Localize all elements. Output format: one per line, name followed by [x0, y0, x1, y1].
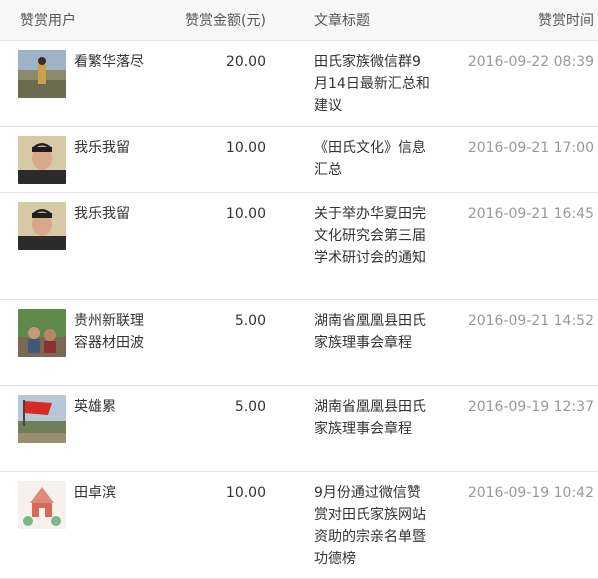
outdoor-group-avatar[interactable] [18, 308, 66, 357]
amount-cell: 5.00 [150, 299, 266, 386]
user-name[interactable]: 田卓滨 [74, 482, 150, 504]
amount-cell: 5.00 [150, 385, 266, 472]
user-name[interactable]: 贵州新联理容器材田波 [74, 310, 150, 354]
article-title-link[interactable]: 田氏家族微信群9月14日最新汇总和建议 [314, 51, 432, 117]
amount-cell: 20.00 [150, 40, 266, 127]
tip-list-table: 赞赏用户 赞赏金额(元) 文章标题 赞赏时间 看繁华落尽 20.00 田氏家族微… [0, 0, 598, 579]
article-title-link[interactable]: 湖南省凰凰县田氏家族理事会章程 [314, 310, 432, 354]
header-time: 赞赏时间 [448, 0, 598, 41]
header-title: 文章标题 [266, 0, 448, 41]
header-user: 赞赏用户 [0, 0, 150, 41]
temple-illustration-avatar[interactable] [18, 480, 66, 529]
man-portrait-avatar[interactable] [18, 135, 66, 184]
tip-time: 2016-09-19 12:37 [448, 385, 598, 472]
table-row: 看繁华落尽 20.00 田氏家族微信群9月14日最新汇总和建议 2016-09-… [0, 40, 598, 127]
user-name[interactable]: 我乐我留 [74, 203, 150, 225]
article-title-link[interactable]: 关于举办华夏田完文化研究会第三届学术研讨会的通知 [314, 203, 432, 269]
table-row: 英雄累 5.00 湖南省凰凰县田氏家族理事会章程 2016-09-19 12:3… [0, 385, 598, 472]
table-row: 我乐我留 10.00 关于举办华夏田完文化研究会第三届学术研讨会的通知 2016… [0, 192, 598, 300]
man-portrait-avatar[interactable] [18, 201, 66, 250]
user-name[interactable]: 看繁华落尽 [74, 51, 150, 73]
table-row: 田卓滨 10.00 9月份通过微信赞赏对田氏家族网站资助的宗亲名单暨功德榜 20… [0, 471, 598, 579]
table-row: 贵州新联理容器材田波 5.00 湖南省凰凰县田氏家族理事会章程 2016-09-… [0, 299, 598, 386]
article-title-link[interactable]: 湖南省凰凰县田氏家族理事会章程 [314, 396, 432, 440]
amount-cell: 10.00 [150, 126, 266, 193]
article-title-link[interactable]: 9月份通过微信赞赏对田氏家族网站资助的宗亲名单暨功德榜 [314, 482, 432, 570]
tip-time: 2016-09-21 14:52 [448, 299, 598, 386]
tip-time: 2016-09-21 17:00 [448, 126, 598, 193]
user-name[interactable]: 我乐我留 [74, 137, 150, 159]
table-row: 我乐我留 10.00 《田氏文化》信息汇总 2016-09-21 17:00 [0, 126, 598, 193]
user-name[interactable]: 英雄累 [74, 396, 150, 418]
landscape-person-avatar[interactable] [18, 49, 66, 98]
header-amount: 赞赏金额(元) [150, 0, 266, 41]
red-flag-avatar[interactable] [18, 394, 66, 443]
tip-time: 2016-09-22 08:39 [448, 40, 598, 127]
table-header-row: 赞赏用户 赞赏金额(元) 文章标题 赞赏时间 [0, 0, 598, 41]
tip-time: 2016-09-19 10:42 [448, 471, 598, 579]
article-title-link[interactable]: 《田氏文化》信息汇总 [314, 137, 432, 181]
amount-cell: 10.00 [150, 192, 266, 300]
tip-time: 2016-09-21 16:45 [448, 192, 598, 300]
amount-cell: 10.00 [150, 471, 266, 579]
